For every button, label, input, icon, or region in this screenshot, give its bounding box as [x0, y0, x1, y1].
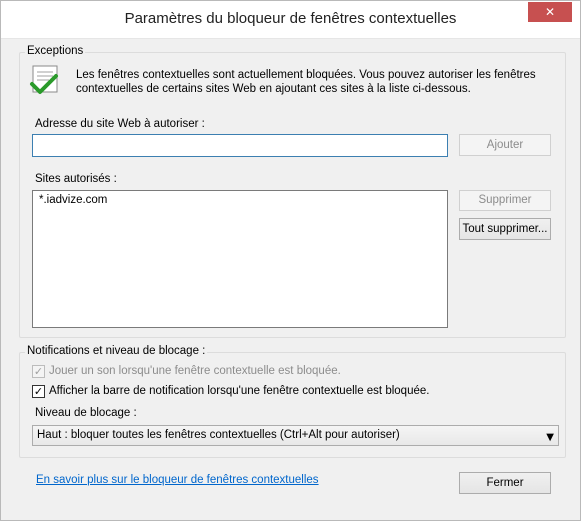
remove-all-button[interactable]: Tout supprimer...	[459, 218, 551, 240]
list-item[interactable]: *.iadvize.com	[39, 194, 441, 206]
exceptions-description: Les fenêtres contextuelles sont actuelle…	[76, 68, 536, 96]
address-label: Adresse du site Web à autoriser :	[35, 118, 205, 130]
allowed-sites-label: Sites autorisés :	[35, 173, 117, 185]
show-bar-label: Afficher la barre de notification lorsqu…	[49, 385, 430, 397]
remove-button[interactable]: Supprimer	[459, 190, 551, 211]
close-button[interactable]: Fermer	[459, 472, 551, 494]
show-bar-checkbox[interactable]: ✓	[32, 385, 45, 398]
green-check-icon	[30, 65, 58, 94]
notifications-legend: Notifications et niveau de blocage :	[25, 345, 208, 357]
address-input[interactable]	[32, 134, 448, 157]
dialog-title: Paramètres du bloqueur de fenêtres conte…	[124, 10, 457, 27]
remove-button-label: Supprimer	[478, 194, 532, 206]
close-icon: ✕	[544, 5, 556, 19]
popup-blocker-dialog: Paramètres du bloqueur de fenêtres conte…	[0, 0, 581, 521]
exceptions-legend: Exceptions	[25, 45, 86, 57]
close-button-label: Fermer	[486, 477, 524, 489]
blocking-level-value: Haut : bloquer toutes les fenêtres conte…	[37, 429, 400, 441]
play-sound-label: Jouer un son lorsqu'une fenêtre contextu…	[49, 365, 341, 377]
chevron-down-icon: ▼	[546, 432, 554, 443]
blocking-level-label: Niveau de blocage :	[35, 407, 137, 419]
title-bar: Paramètres du bloqueur de fenêtres conte…	[1, 1, 580, 39]
play-sound-checkbox[interactable]: ✓	[32, 365, 45, 378]
allowed-sites-list[interactable]: *.iadvize.com	[32, 190, 448, 328]
close-window-button[interactable]: ✕	[528, 2, 572, 22]
learn-more-link[interactable]: En savoir plus sur le bloqueur de fenêtr…	[36, 474, 319, 486]
add-button[interactable]: Ajouter	[459, 134, 551, 156]
description-line-1: Les fenêtres contextuelles sont actuelle…	[76, 69, 536, 81]
add-button-label: Ajouter	[486, 139, 524, 151]
blocking-level-select[interactable]: Haut : bloquer toutes les fenêtres conte…	[32, 425, 559, 446]
remove-all-button-label: Tout supprimer...	[462, 223, 548, 235]
description-line-2: contextuelles de certains sites Web en a…	[76, 83, 471, 95]
